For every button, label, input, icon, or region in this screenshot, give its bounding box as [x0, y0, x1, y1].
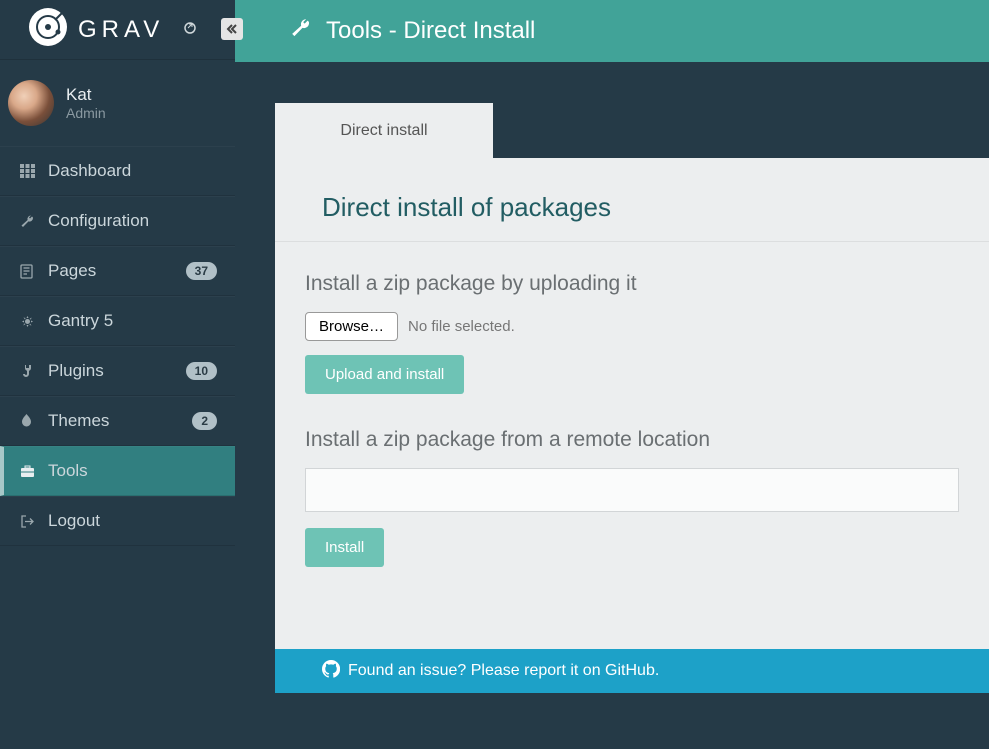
remote-section-title: Install a zip package from a remote loca… [305, 428, 959, 452]
sidebar-item-label: Configuration [48, 211, 217, 231]
wrench-icon [290, 17, 312, 46]
wrench-icon [20, 214, 48, 229]
file-status: No file selected. [408, 318, 515, 335]
sidebar-collapse-button[interactable] [221, 18, 243, 40]
tabs: Direct install [275, 103, 989, 158]
sidebar-item-themes[interactable]: Themes 2 [0, 396, 235, 446]
sidebar: GRAV Kat Admin Dashboard Configuration [0, 0, 235, 749]
github-icon [322, 660, 340, 683]
page-icon [20, 264, 48, 279]
main: Tools - Direct Install Direct install Di… [235, 0, 989, 749]
briefcase-icon [20, 465, 48, 478]
sidebar-item-configuration[interactable]: Configuration [0, 196, 235, 246]
plug-icon [20, 364, 48, 379]
remote-url-input[interactable] [305, 468, 959, 512]
content: Direct install Direct install of package… [275, 103, 989, 693]
upload-section: Install a zip package by uploading it Br… [275, 242, 989, 404]
tab-direct-install[interactable]: Direct install [275, 103, 493, 158]
logo[interactable]: GRAV [28, 7, 196, 52]
avatar [8, 80, 54, 126]
upload-section-title: Install a zip package by uploading it [305, 272, 959, 296]
badge: 10 [186, 362, 217, 380]
logo-bar: GRAV [0, 0, 235, 60]
page-title: Tools - Direct Install [326, 17, 535, 45]
theme-icon [20, 414, 48, 429]
badge: 37 [186, 262, 217, 280]
sidebar-item-plugins[interactable]: Plugins 10 [0, 346, 235, 396]
sidebar-item-gantry[interactable]: Gantry 5 [0, 296, 235, 346]
panel: Direct install of packages Install a zip… [275, 158, 989, 693]
tab-label: Direct install [340, 122, 427, 140]
nav: Dashboard Configuration Pages 37 Gantry … [0, 146, 235, 546]
logout-icon [20, 515, 48, 528]
footer-notice[interactable]: Found an issue? Please report it on GitH… [275, 649, 989, 693]
page-header: Tools - Direct Install [235, 0, 989, 62]
user-name: Kat [66, 85, 106, 105]
sidebar-item-label: Pages [48, 261, 186, 281]
sidebar-item-label: Tools [48, 461, 217, 481]
user-role: Admin [66, 105, 106, 121]
sidebar-item-label: Dashboard [48, 161, 217, 181]
sidebar-item-tools[interactable]: Tools [0, 446, 235, 496]
dashboard-icon [20, 164, 48, 178]
badge: 2 [192, 412, 217, 430]
sidebar-item-label: Themes [48, 411, 192, 431]
sidebar-item-label: Gantry 5 [48, 311, 217, 331]
sidebar-item-logout[interactable]: Logout [0, 496, 235, 546]
user-info: Kat Admin [66, 85, 106, 121]
install-button[interactable]: Install [305, 528, 384, 567]
grav-logo-icon [28, 7, 68, 52]
sidebar-item-label: Logout [48, 511, 217, 531]
gantry-icon [20, 314, 48, 329]
remote-section: Install a zip package from a remote loca… [275, 404, 989, 577]
footer-notice-text: Found an issue? Please report it on GitH… [348, 662, 659, 680]
file-input-row: Browse… No file selected. [305, 312, 959, 341]
panel-title: Direct install of packages [275, 158, 989, 242]
sidebar-item-dashboard[interactable]: Dashboard [0, 146, 235, 196]
external-link-icon[interactable] [184, 22, 196, 37]
logo-text: GRAV [78, 16, 164, 44]
browse-button[interactable]: Browse… [305, 312, 398, 341]
user-block[interactable]: Kat Admin [0, 60, 235, 146]
sidebar-item-label: Plugins [48, 361, 186, 381]
sidebar-item-pages[interactable]: Pages 37 [0, 246, 235, 296]
upload-install-button[interactable]: Upload and install [305, 355, 464, 394]
